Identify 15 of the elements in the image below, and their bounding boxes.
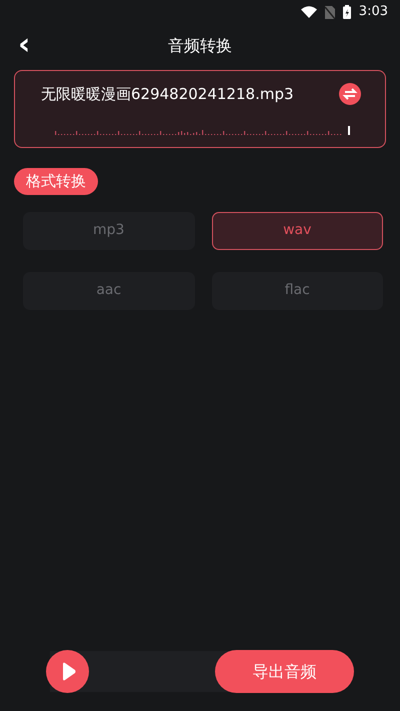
- swap-icon[interactable]: [339, 83, 361, 106]
- section-label: 格式转换: [14, 168, 98, 194]
- wifi-icon: [300, 6, 317, 18]
- file-name: 无限暖暖漫画6294820241218.mp3: [41, 84, 294, 105]
- page-title: 音频转换: [168, 35, 232, 57]
- format-option[interactable]: mp3: [23, 212, 194, 250]
- play-icon: [62, 662, 76, 681]
- format-option[interactable]: wav: [212, 212, 383, 250]
- back-button[interactable]: ‹: [18, 32, 30, 58]
- battery-icon: [342, 5, 351, 19]
- no-sim-icon: [324, 6, 335, 18]
- format-option[interactable]: flac: [212, 272, 383, 310]
- format-option[interactable]: aac: [23, 272, 194, 310]
- status-time: 3:03: [358, 3, 388, 22]
- export-button[interactable]: 导出音频: [215, 650, 354, 693]
